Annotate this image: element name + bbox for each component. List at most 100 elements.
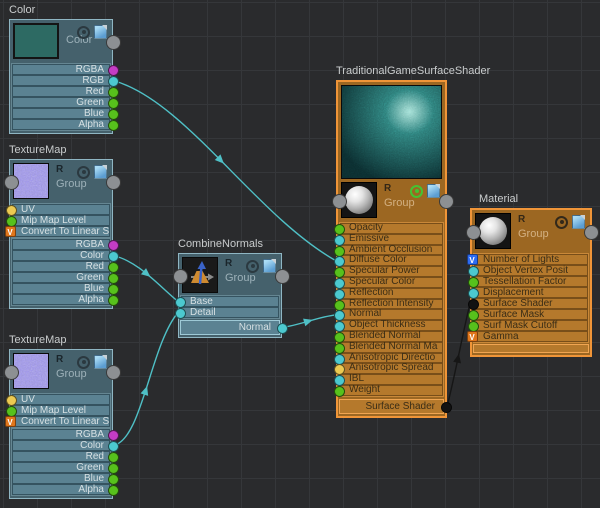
material-group-in-port[interactable] bbox=[465, 224, 481, 240]
texturemap2-group-in-port[interactable] bbox=[3, 364, 19, 380]
tgss-weight-port[interactable] bbox=[333, 385, 345, 397]
tgss-ambient-occlusion-port[interactable] bbox=[333, 245, 345, 257]
tgss-normal-port[interactable] bbox=[333, 310, 345, 322]
material-tessellation-factor-port[interactable] bbox=[467, 277, 479, 288]
material-header[interactable]: R Group bbox=[472, 210, 590, 252]
node-tgss[interactable]: R Group Opacity Emissive Ambient Occlusion Di… bbox=[331, 80, 454, 418]
texturemap1-alpha-port[interactable] bbox=[107, 295, 119, 306]
wire-combinenormals-normal[interactable] bbox=[281, 314, 337, 329]
tgss-blended-normal-port[interactable] bbox=[333, 331, 345, 343]
texturemap1-rgba-port[interactable] bbox=[107, 240, 119, 251]
record-icon[interactable] bbox=[77, 25, 90, 39]
port-row-detail: Detail bbox=[181, 307, 279, 318]
node-title-color: Color bbox=[9, 4, 36, 16]
material-surface-shader-port[interactable] bbox=[467, 299, 479, 310]
texturemap2-alpha-port[interactable] bbox=[107, 485, 119, 496]
texturemap1-header[interactable]: R Group bbox=[10, 160, 112, 202]
tgss-opacity-port[interactable] bbox=[333, 223, 345, 235]
port-row-rgb: RGB bbox=[12, 75, 110, 86]
record-icon[interactable] bbox=[246, 259, 259, 273]
color-rgba-port[interactable] bbox=[107, 65, 119, 76]
note-icon[interactable] bbox=[263, 259, 276, 273]
texturemap1-color-port[interactable] bbox=[107, 251, 119, 262]
combinenormals-group-out-port[interactable] bbox=[274, 268, 290, 284]
combinenormals-base-port[interactable] bbox=[174, 297, 186, 308]
color-rgb-port[interactable] bbox=[107, 76, 119, 87]
note-icon[interactable] bbox=[94, 25, 107, 39]
color-red-port[interactable] bbox=[107, 87, 119, 98]
tgss-group-out-port[interactable] bbox=[438, 193, 454, 209]
texturemap1-convert-to-linear-s-value-badge[interactable]: V bbox=[4, 226, 16, 237]
port-row-reflection-intensity: Reflection Intensity bbox=[340, 298, 443, 310]
note-icon[interactable] bbox=[94, 355, 107, 369]
material-gamma-value-badge[interactable]: V bbox=[466, 331, 478, 342]
texturemap2-group-out-port[interactable] bbox=[105, 364, 121, 380]
note-icon[interactable] bbox=[572, 215, 585, 229]
tgss-emissive-port[interactable] bbox=[333, 234, 345, 246]
combinenormals-normal-port[interactable] bbox=[276, 323, 288, 334]
texturemap1-red-port[interactable] bbox=[107, 262, 119, 273]
texturemap2-red-port[interactable] bbox=[107, 452, 119, 463]
wire-arrow-icon bbox=[140, 386, 149, 396]
tgss-header[interactable]: R Group bbox=[338, 179, 445, 221]
node-combinenormals[interactable]: R Group Base Detail Normal bbox=[172, 253, 290, 338]
tgss-surface-shader-port[interactable] bbox=[440, 401, 452, 413]
combinenormals-header[interactable]: R Group bbox=[179, 254, 281, 294]
node-material[interactable]: R Group Number of Lights Object Vertex Posi… bbox=[465, 208, 599, 357]
tgss-reflection-port[interactable] bbox=[333, 288, 345, 300]
node-color[interactable]: Color RGBA RGB Red Green Blue Alpha bbox=[9, 19, 121, 134]
port-row-surface-shader: Surface Shader bbox=[474, 298, 588, 309]
tgss-diffuse-color-port[interactable] bbox=[333, 256, 345, 268]
note-icon[interactable] bbox=[427, 184, 440, 198]
texturemap2-header[interactable]: R Group bbox=[10, 350, 112, 392]
texturemap2-color-port[interactable] bbox=[107, 441, 119, 452]
wire-texturemap-color[interactable] bbox=[112, 254, 179, 303]
wire-texturemap2-color[interactable] bbox=[112, 312, 179, 447]
color-blue-port[interactable] bbox=[107, 109, 119, 120]
color-swatch[interactable] bbox=[13, 23, 59, 59]
material-number-of-lights-value-badge[interactable]: V bbox=[466, 254, 478, 265]
tgss-specular-power-port[interactable] bbox=[333, 267, 345, 279]
texturemap2-green-port[interactable] bbox=[107, 463, 119, 474]
material-object-vertex-posit-port[interactable] bbox=[467, 266, 479, 277]
material-displacement-port[interactable] bbox=[467, 288, 479, 299]
record-icon[interactable] bbox=[77, 355, 90, 369]
combinenormals-group-in-port[interactable] bbox=[172, 268, 188, 284]
combinenormals-detail-port[interactable] bbox=[174, 308, 186, 319]
node-graph-canvas[interactable]: Color RGBA RGB Red Green Blue Alpha Color R Group… bbox=[0, 0, 600, 508]
texturemap2-uv-port[interactable] bbox=[5, 395, 17, 406]
node-texturemap1[interactable]: R Group UV Mip Map Level Convert To Linear S… bbox=[3, 159, 121, 309]
texturemap2-blue-port[interactable] bbox=[107, 474, 119, 485]
record-icon[interactable] bbox=[77, 165, 90, 179]
tgss-reflection-intensity-port[interactable] bbox=[333, 299, 345, 311]
tgss-object-thickness-port[interactable] bbox=[333, 321, 345, 333]
record-icon[interactable] bbox=[555, 215, 568, 229]
color-header[interactable]: Color bbox=[10, 20, 112, 62]
tgss-anisotropic-spread-port[interactable] bbox=[333, 364, 345, 376]
record-icon[interactable] bbox=[410, 184, 423, 198]
texturemap1-green-port[interactable] bbox=[107, 273, 119, 284]
color-group-out-port[interactable] bbox=[105, 34, 121, 50]
texturemap2-rgba-port[interactable] bbox=[107, 430, 119, 441]
tgss-specular-color-port[interactable] bbox=[333, 277, 345, 289]
texturemap1-group-in-port[interactable] bbox=[3, 174, 19, 190]
material-surface-mask-port[interactable] bbox=[467, 310, 479, 321]
node-texturemap2[interactable]: R Group UV Mip Map Level Convert To Linear S… bbox=[3, 349, 121, 499]
tgss-blended-normal-ma-port[interactable] bbox=[333, 342, 345, 354]
tgss-ibl-port[interactable] bbox=[333, 375, 345, 387]
texturemap1-uv-port[interactable] bbox=[5, 205, 17, 216]
port-row-surf-mask-cutoff: Surf Mask Cutoff bbox=[474, 320, 588, 331]
color-alpha-port[interactable] bbox=[107, 120, 119, 131]
port-row-blue: Blue bbox=[12, 283, 110, 294]
texturemap1-group-out-port[interactable] bbox=[105, 174, 121, 190]
wire-traditionalgamesurfaceshader-surface-shader[interactable] bbox=[446, 303, 471, 407]
material-group-out-port[interactable] bbox=[583, 224, 599, 240]
tgss-anisotropic-directio-port[interactable] bbox=[333, 353, 345, 365]
texturemap1-blue-port[interactable] bbox=[107, 284, 119, 295]
color-green-port[interactable] bbox=[107, 98, 119, 109]
node-title-texturemap1: TextureMap bbox=[9, 144, 67, 156]
texturemap2-convert-to-linear-s-value-badge[interactable]: V bbox=[4, 416, 16, 427]
note-icon[interactable] bbox=[94, 165, 107, 179]
tgss-group-in-port[interactable] bbox=[331, 193, 347, 209]
wire-color-rgb[interactable] bbox=[112, 79, 337, 262]
